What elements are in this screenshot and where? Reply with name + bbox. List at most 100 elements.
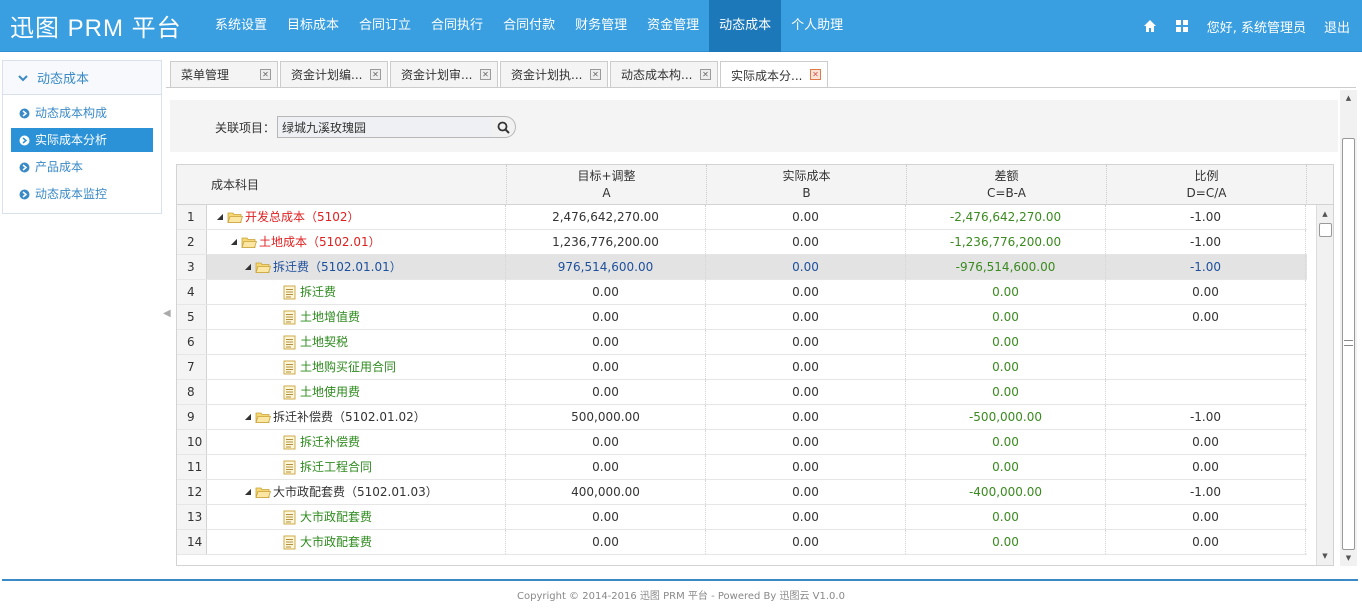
sidebar-header[interactable]: 动态成本 [3, 61, 161, 95]
cost-item-cell[interactable]: 大市政配套费 [207, 505, 506, 529]
row-number: 5 [177, 305, 207, 329]
nav-item[interactable]: 合同订立 [349, 0, 421, 52]
cost-item-name: 开发总成本（5102） [245, 210, 360, 224]
arrow-circle-icon [19, 108, 30, 118]
column-header[interactable]: 成本科目 [177, 165, 507, 205]
nav-item[interactable]: 目标成本 [277, 0, 349, 52]
close-icon[interactable]: ✕ [370, 69, 381, 80]
tab[interactable]: 资金计划执... ✕ [500, 61, 608, 87]
grid-scroll-up[interactable]: ▲ [1317, 207, 1333, 221]
search-button[interactable] [492, 116, 516, 138]
target-adjusted-value: 2,476,642,270.00 [506, 205, 706, 229]
actual-cost-value: 0.00 [706, 230, 906, 254]
nav-item[interactable]: 合同执行 [421, 0, 493, 52]
cost-item-cell[interactable]: 土地契税 [207, 330, 506, 354]
cost-item-cell[interactable]: ◢ 拆迁补偿费（5102.01.02） [207, 405, 506, 429]
tab[interactable]: 资金计划编... ✕ [280, 61, 388, 87]
page-scrollbar[interactable]: ▲ ▼ [1340, 90, 1357, 566]
scroll-up-arrow[interactable]: ▲ [1340, 92, 1357, 104]
cost-item-name: 大市政配套费（5102.01.03） [273, 485, 438, 499]
sidebar-item[interactable]: 实际成本分析 [11, 128, 153, 152]
tab[interactable]: 动态成本构... ✕ [610, 61, 718, 87]
collapse-sidebar-icon[interactable]: ◀ [163, 308, 171, 320]
difference-value: 0.00 [906, 355, 1106, 379]
row-number: 13 [177, 505, 207, 529]
cost-item-cell[interactable]: 拆迁工程合同 [207, 455, 506, 479]
table-row[interactable]: 8 土地使用费 0.00 0.00 0.00 [177, 380, 1307, 405]
table-row[interactable]: 1 ◢ 开发总成本（5102） 2,476,642,270.00 0.00 -2,476,… [177, 205, 1307, 230]
close-icon[interactable]: ✕ [260, 69, 271, 80]
sidebar-item[interactable]: 动态成本构成 [11, 101, 153, 125]
table-row[interactable]: 3 ◢ 拆迁费（5102.01.01） 976,514,600.00 0.00 -976,… [177, 255, 1307, 280]
nav-item[interactable]: 合同付款 [493, 0, 565, 52]
expand-triangle-icon[interactable]: ◢ [229, 230, 239, 254]
table-row[interactable]: 5 土地增值费 0.00 0.00 0.00 0.00 [177, 305, 1307, 330]
cost-item-cell[interactable]: ◢ 大市政配套费（5102.01.03） [207, 480, 506, 504]
table-row[interactable]: 10 拆迁补偿费 0.00 0.00 0.00 0.00 [177, 430, 1307, 455]
table-row[interactable]: 12 ◢ 大市政配套费（5102.01.03） 400,000.00 0.00 -400,… [177, 480, 1307, 505]
cost-item-cell[interactable]: ◢ 土地成本（5102.01） [207, 230, 506, 254]
tab[interactable]: 资金计划审... ✕ [390, 61, 498, 87]
column-header[interactable]: 实际成本 B [707, 165, 907, 205]
table-row[interactable]: 4 拆迁费 0.00 0.00 0.00 0.00 [177, 280, 1307, 305]
folder-open-icon [255, 262, 271, 273]
target-adjusted-value: 0.00 [506, 530, 706, 554]
table-row[interactable]: 14 大市政配套费 0.00 0.00 0.00 0.00 [177, 530, 1307, 555]
close-icon[interactable]: ✕ [700, 69, 711, 80]
nav-item[interactable]: 资金管理 [637, 0, 709, 52]
cost-item-cell[interactable]: ◢ 拆迁费（5102.01.01） [207, 255, 506, 279]
nav-item[interactable]: 系统设置 [205, 0, 277, 52]
cost-tree-grid: 成本科目 目标+调整 A 实际成本 B 差额 C=B-A 比例 D=C/A 1 ◢ 开发总成本（51… [176, 164, 1334, 566]
expand-triangle-icon[interactable]: ◢ [215, 205, 225, 229]
difference-value: 0.00 [906, 280, 1106, 304]
close-icon[interactable]: ✕ [810, 69, 821, 80]
ratio-value: -1.00 [1106, 405, 1306, 429]
grid-scroll-down[interactable]: ▼ [1317, 549, 1333, 563]
apps-grid-icon[interactable] [1175, 19, 1189, 33]
nav-item[interactable]: 财务管理 [565, 0, 637, 52]
column-header[interactable]: 比例 D=C/A [1107, 165, 1307, 205]
difference-value: 0.00 [906, 505, 1106, 529]
column-header[interactable]: 差额 C=B-A [907, 165, 1107, 205]
table-row[interactable]: 13 大市政配套费 0.00 0.00 0.00 0.00 [177, 505, 1307, 530]
cost-item-name: 拆迁费（5102.01.01） [273, 260, 402, 274]
cost-item-cell[interactable]: 拆迁费 [207, 280, 506, 304]
table-row[interactable]: 11 拆迁工程合同 0.00 0.00 0.00 0.00 [177, 455, 1307, 480]
cost-item-cell[interactable]: 大市政配套费 [207, 530, 506, 554]
nav-item[interactable]: 个人助理 [781, 0, 853, 52]
target-adjusted-value: 400,000.00 [506, 480, 706, 504]
expand-triangle-icon[interactable]: ◢ [243, 405, 253, 429]
nav-item[interactable]: 动态成本 [709, 0, 782, 52]
actual-cost-value: 0.00 [706, 205, 906, 229]
tab[interactable]: 菜单管理 ✕ [170, 61, 278, 87]
expand-triangle-icon[interactable]: ◢ [243, 255, 253, 279]
tab[interactable]: 实际成本分... ✕ [720, 61, 828, 88]
project-input[interactable] [277, 116, 493, 138]
scroll-down-arrow[interactable]: ▼ [1340, 552, 1357, 564]
column-header[interactable]: 目标+调整 A [507, 165, 707, 205]
table-row[interactable]: 7 土地购买征用合同 0.00 0.00 0.00 [177, 355, 1307, 380]
cost-item-cell[interactable]: 土地增值费 [207, 305, 506, 329]
sidebar-item-label: 产品成本 [35, 160, 84, 174]
cost-item-cell[interactable]: 土地购买征用合同 [207, 355, 506, 379]
expand-triangle-icon[interactable]: ◢ [243, 480, 253, 504]
sidebar-item[interactable]: 产品成本 [11, 155, 153, 179]
close-icon[interactable]: ✕ [480, 69, 491, 80]
home-icon[interactable] [1143, 19, 1157, 33]
row-number: 14 [177, 530, 207, 554]
logout-button[interactable]: 退出 [1324, 17, 1350, 36]
grid-scrollbar[interactable]: ▲ ▼ [1316, 205, 1333, 565]
cost-item-name: 拆迁补偿费 [300, 435, 361, 449]
cost-item-cell[interactable]: 土地使用费 [207, 380, 506, 404]
cost-item-cell[interactable]: 拆迁补偿费 [207, 430, 506, 454]
sidebar-item[interactable]: 动态成本监控 [11, 182, 153, 206]
arrow-circle-icon [19, 135, 30, 145]
table-row[interactable]: 2 ◢ 土地成本（5102.01） 1,236,776,200.00 0.00 -1,23… [177, 230, 1307, 255]
sidebar-list: 动态成本构成 实际成本分析产品成本动态成本监控 [3, 95, 161, 206]
table-row[interactable]: 9 ◢ 拆迁补偿费（5102.01.02） 500,000.00 0.00 -500,00… [177, 405, 1307, 430]
grid-scroll-thumb[interactable] [1319, 223, 1332, 237]
close-icon[interactable]: ✕ [590, 69, 601, 80]
user-greeting[interactable]: 您好, 系统管理员 [1207, 17, 1306, 36]
table-row[interactable]: 6 土地契税 0.00 0.00 0.00 [177, 330, 1307, 355]
cost-item-cell[interactable]: ◢ 开发总成本（5102） [207, 205, 506, 229]
